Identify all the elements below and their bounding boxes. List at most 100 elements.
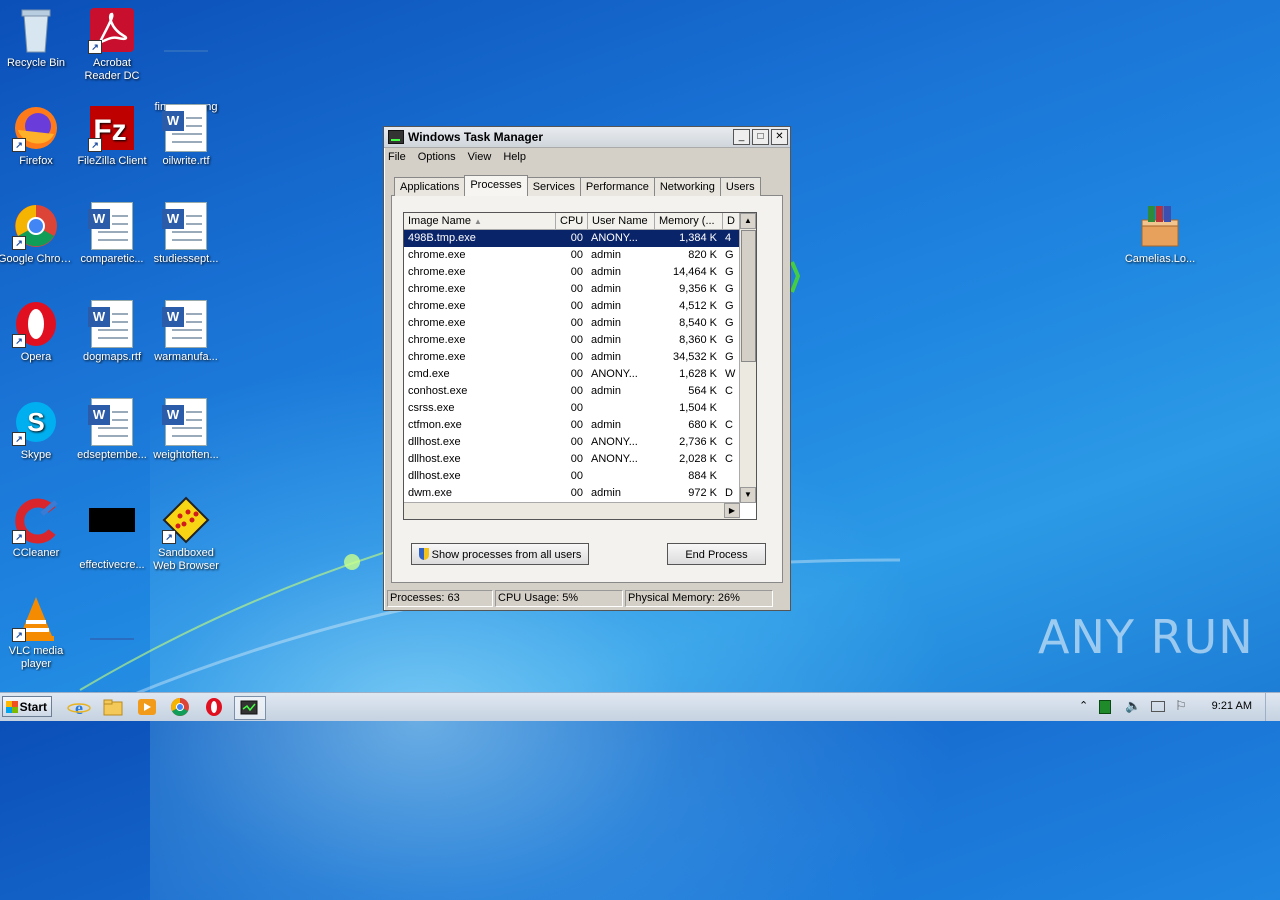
taskbar-opera[interactable] [201,696,227,718]
process-row[interactable]: ctfmon.exe 00 admin 680 KC [404,417,756,434]
opera-icon [206,698,222,716]
process-row[interactable]: dllhost.exe 00 ANONY... 2,736 KC [404,434,756,451]
process-row[interactable]: csrss.exe 00 1,504 K [404,400,756,417]
show-desktop-button[interactable] [1265,693,1280,721]
desktop-icon-eyesreserv[interactable]: eyesreserv... [74,594,150,702]
desktop-icon-opera[interactable]: ↗ Opera [0,300,74,364]
desktop-icon-studiessept[interactable]: W studiessept... [148,202,224,266]
show-all-processes-button[interactable]: Show processes from all users [411,543,589,565]
desktop-icon-financeo[interactable]: financeo.png [148,6,224,114]
process-row[interactable]: chrome.exe 00 admin 14,464 KG [404,264,756,281]
desktop-icon-dogmaps[interactable]: W dogmaps.rtf [74,300,150,364]
process-image-name: chrome.exe [408,334,466,346]
process-user-name: ANONY... [591,436,638,448]
maximize-button[interactable]: □ [752,129,769,145]
desktop-icon-oilwrite[interactable]: W oilwrite.rtf [148,104,224,168]
process-row[interactable]: chrome.exe 00 admin 820 KG [404,247,756,264]
scroll-thumb[interactable] [741,230,756,362]
word-document-icon: W [162,202,210,250]
menu-help[interactable]: Help [503,151,526,163]
minimize-button[interactable]: _ [733,129,750,145]
clock[interactable]: 9:21 AM [1212,700,1252,712]
volume-icon[interactable]: 🔈 [1125,698,1141,714]
menu-options[interactable]: Options [418,151,456,163]
title-bar[interactable]: Windows Task Manager _ □ ✕ [384,127,790,148]
shortcut-arrow-icon: ↗ [88,138,102,152]
process-memory: 9,356 K [679,283,717,295]
column-label: Image Name [408,215,471,227]
start-button[interactable]: Start [2,696,52,717]
scroll-down-icon[interactable]: ▼ [740,487,756,503]
process-user-name: admin [591,351,621,363]
desktop-icon-firefox[interactable]: ↗ Firefox [0,104,74,168]
process-user-name: ANONY... [591,232,638,244]
desktop-icon-edseptembe[interactable]: W edseptembe... [74,398,150,462]
column-cpu[interactable]: CPU [556,213,588,229]
desktop-icon-acrobat[interactable]: ↗ Acrobat Reader DC [74,6,150,83]
display-icon[interactable] [1151,701,1165,712]
process-row[interactable]: dllhost.exe 00 ANONY... 2,028 KC [404,451,756,468]
tab-networking[interactable]: Networking [653,177,721,196]
network-icon[interactable] [1099,700,1111,714]
column-user-name[interactable]: User Name [588,213,655,229]
sandboxie-icon: ↗ [162,496,210,544]
show-hidden-icons-icon[interactable]: ⌃ [1079,699,1088,712]
desktop-icon-vlc[interactable]: ↗ VLC media player [0,594,74,671]
desktop-icon-camelias[interactable]: Camelias.Lo... [1122,202,1198,266]
desktop-icon-recycle-bin[interactable]: Recycle Bin [0,6,74,70]
word-document-icon: W [162,300,210,348]
process-memory: 1,628 K [679,368,717,380]
process-row[interactable]: chrome.exe 00 admin 8,360 KG [404,332,756,349]
column-memory[interactable]: Memory (... [655,213,723,229]
desktop-icon-weightoften[interactable]: W weightoften... [148,398,224,462]
desktop-icon-effectivecre[interactable]: effectivecre... [74,496,150,572]
tab-applications[interactable]: Applications [394,177,466,196]
status-processes: Processes: 63 [387,590,493,607]
menu-file[interactable]: File [388,151,406,163]
task-manager-icon [388,130,404,144]
taskbar-explorer[interactable] [100,696,126,718]
action-center-flag-icon[interactable]: ⚐ [1175,698,1187,714]
process-image-name: 498B.tmp.exe [408,232,476,244]
taskbar-ie[interactable]: e [66,696,92,718]
process-user-name: admin [591,266,621,278]
tab-processes[interactable]: Processes [464,175,528,196]
process-image-name: dllhost.exe [408,470,461,482]
filezilla-icon: Fz ↗ [88,104,136,152]
process-row[interactable]: chrome.exe 00 admin 34,532 KG [404,349,756,366]
desktop-icon-warmanufa[interactable]: W warmanufa... [148,300,224,364]
status-bar: Processes: 63 CPU Usage: 5% Physical Mem… [387,590,787,607]
desktop-icon-ccleaner[interactable]: ↗ CCleaner [0,496,74,560]
process-row[interactable]: cmd.exe 00 ANONY... 1,628 KW [404,366,756,383]
column-image-name[interactable]: Image Name ▲ [404,213,556,229]
taskbar-task-manager[interactable] [234,696,266,720]
tab-performance[interactable]: Performance [579,177,655,196]
tab-services[interactable]: Services [526,177,581,196]
process-row[interactable]: dllhost.exe 00 884 K [404,468,756,485]
scroll-up-icon[interactable]: ▲ [740,213,756,229]
process-image-name: ctfmon.exe [408,419,462,431]
process-row[interactable]: conhost.exe 00 admin 564 KC [404,383,756,400]
desktop-icon-comparetic[interactable]: W comparetic... [74,202,150,266]
horizontal-scrollbar[interactable]: ▶ [404,502,740,519]
desktop-icon-filezilla[interactable]: Fz ↗ FileZilla Client [74,104,150,168]
close-button[interactable]: ✕ [771,129,788,145]
end-process-button[interactable]: End Process [667,543,766,565]
process-row[interactable]: chrome.exe 00 admin 8,540 KG [404,315,756,332]
process-row[interactable]: 498B.tmp.exe 00 ANONY... 1,384 K4 [404,230,756,247]
process-row[interactable]: chrome.exe 00 admin 4,512 KG [404,298,756,315]
process-row[interactable]: chrome.exe 00 admin 9,356 KG [404,281,756,298]
desktop-icon-skype[interactable]: S ↗ Skype [0,398,74,462]
process-list[interactable]: Image Name ▲ CPU User Name Memory (... D… [403,212,757,520]
scroll-right-icon[interactable]: ▶ [724,503,740,518]
process-cpu: 00 [570,402,583,414]
process-row[interactable]: dwm.exe 00 admin 972 KD [404,485,756,502]
taskbar-chrome[interactable] [167,696,193,718]
desktop-icon-sandboxed-browser[interactable]: ↗ Sandboxed Web Browser [148,496,224,573]
menu-view[interactable]: View [468,151,492,163]
process-cpu: 00 [570,436,583,448]
vertical-scrollbar[interactable]: ▲ ▼ [739,213,756,503]
tab-users[interactable]: Users [719,177,761,196]
taskbar-media-player[interactable] [134,696,160,718]
desktop-icon-google-chrome[interactable]: ↗ Google Chrome [0,202,74,266]
